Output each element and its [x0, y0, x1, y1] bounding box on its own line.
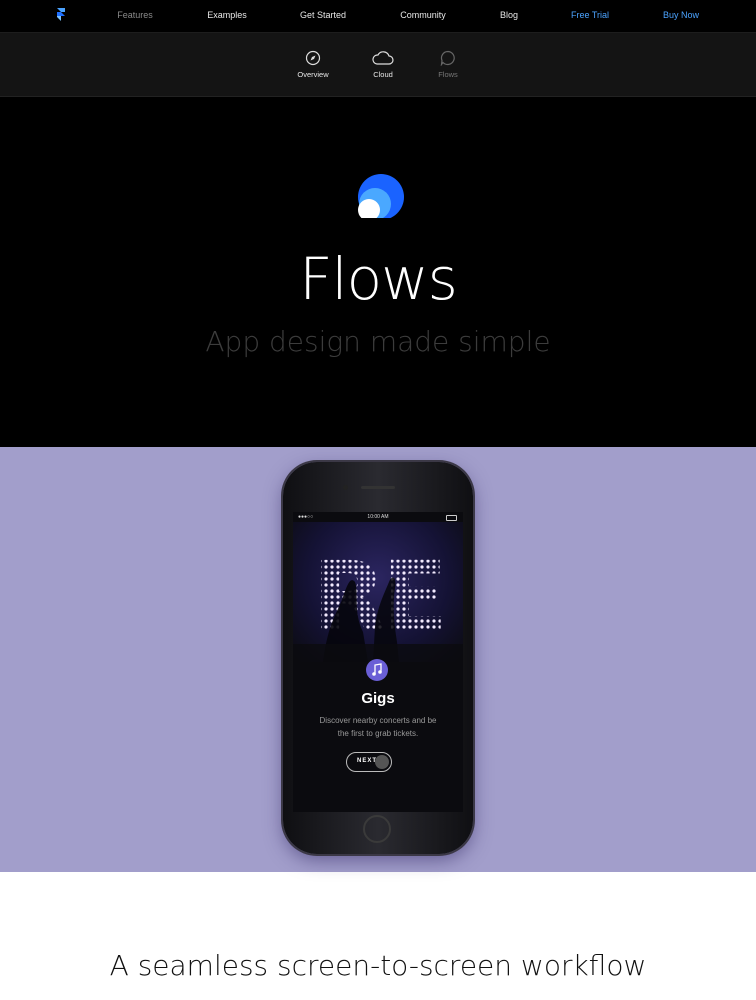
framer-logo-icon[interactable]	[55, 8, 69, 22]
compass-icon	[305, 50, 321, 66]
nav-get-started[interactable]: Get Started	[300, 10, 346, 20]
nav-examples[interactable]: Examples	[207, 10, 247, 20]
next-label: NEXT	[357, 758, 378, 764]
nav-community[interactable]: Community	[400, 10, 446, 20]
phone-speaker	[361, 486, 395, 489]
section-heading: A seamless screen-to-screen workflow	[109, 949, 647, 982]
flows-logo-icon	[354, 174, 404, 226]
page-title: Flows	[299, 245, 458, 313]
phone-mockup: ●●●○○ 10:00 AM RE Gigs Discover nearby c…	[283, 462, 473, 854]
music-note-icon	[366, 659, 388, 681]
next-toggle-knob	[375, 755, 389, 769]
nav-blog[interactable]: Blog	[500, 10, 518, 20]
sub-navigation: Overview Cloud Flows	[0, 33, 756, 97]
card-description: Discover nearby concerts and be the firs…	[319, 716, 437, 738]
subnav-flows[interactable]: Flows	[418, 50, 478, 79]
flows-icon	[440, 50, 455, 66]
phone-screen: ●●●○○ 10:00 AM RE Gigs Discover nearby c…	[293, 512, 463, 812]
subnav-flows-label: Flows	[438, 70, 458, 79]
phone-camera	[343, 485, 348, 490]
status-time: 10:00 AM	[367, 514, 389, 520]
subnav-cloud-label: Cloud	[373, 70, 393, 79]
nav-free-trial[interactable]: Free Trial	[571, 10, 609, 20]
nav-features[interactable]: Features	[117, 10, 153, 20]
subnav-cloud[interactable]: Cloud	[353, 50, 413, 79]
status-bar: ●●●○○ 10:00 AM	[293, 512, 463, 522]
hero-section: Flows App design made simple	[0, 97, 756, 447]
battery-icon	[446, 515, 457, 521]
page-subtitle: App design made simple	[205, 325, 551, 358]
nav-buy-now[interactable]: Buy Now	[663, 10, 699, 20]
next-button[interactable]: NEXT	[346, 752, 392, 772]
concert-image: RE	[293, 541, 463, 662]
subnav-overview-label: Overview	[297, 70, 329, 79]
subnav-overview[interactable]: Overview	[283, 50, 343, 79]
card-title: Gigs	[361, 690, 395, 707]
cloud-icon	[372, 51, 394, 65]
home-button	[363, 815, 391, 843]
concert-photo: RE	[293, 522, 463, 662]
top-navigation: Features Examples Get Started Community …	[0, 0, 756, 33]
